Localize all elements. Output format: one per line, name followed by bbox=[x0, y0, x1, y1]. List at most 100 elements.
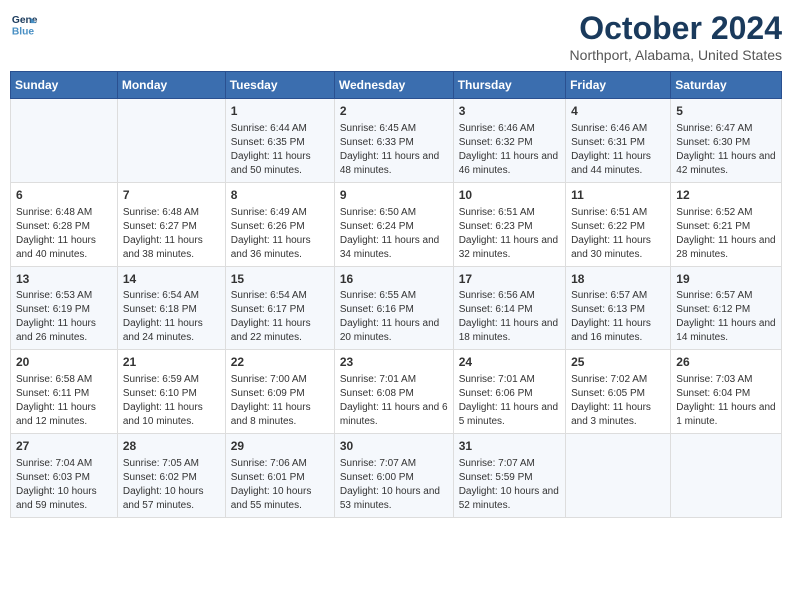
calendar-cell: 26 Sunrise: 7:03 AM Sunset: 6:04 PM Dayli… bbox=[671, 350, 782, 434]
day-number: 9 bbox=[340, 187, 448, 204]
day-content: Sunrise: 6:48 AM Sunset: 6:27 PM Dayligh… bbox=[123, 206, 220, 262]
day-number: 16 bbox=[340, 271, 448, 288]
day-content: Sunrise: 6:45 AM Sunset: 6:33 PM Dayligh… bbox=[340, 122, 448, 178]
day-number: 31 bbox=[459, 438, 560, 455]
day-content: Sunrise: 6:57 AM Sunset: 6:12 PM Dayligh… bbox=[676, 289, 776, 345]
day-content: Sunrise: 6:57 AM Sunset: 6:13 PM Dayligh… bbox=[571, 289, 665, 345]
calendar-cell: 4Sunrise: 6:46 AM Sunset: 6:31 PM Daylig… bbox=[566, 99, 671, 183]
day-number: 8 bbox=[231, 187, 329, 204]
day-number: 3 bbox=[459, 103, 560, 120]
weekday-header: Wednesday bbox=[334, 72, 453, 99]
day-number: 11 bbox=[571, 187, 665, 204]
day-number: 5 bbox=[676, 103, 776, 120]
day-content: Sunrise: 6:51 AM Sunset: 6:23 PM Dayligh… bbox=[459, 206, 560, 262]
calendar-week-row: 20 Sunrise: 6:58 AM Sunset: 6:11 PM Dayli… bbox=[11, 350, 782, 434]
calendar-cell: 9Sunrise: 6:50 AM Sunset: 6:24 PM Daylig… bbox=[334, 182, 453, 266]
weekday-header: Thursday bbox=[453, 72, 565, 99]
calendar-cell: 23 Sunrise: 7:01 AM Sunset: 6:08 PM Dayli… bbox=[334, 350, 453, 434]
calendar-cell: 29 Sunrise: 7:06 AM Sunset: 6:01 PM Dayli… bbox=[225, 434, 334, 518]
calendar-cell: 31 Sunrise: 7:07 AM Sunset: 5:59 PM Dayli… bbox=[453, 434, 565, 518]
day-number: 27 bbox=[16, 438, 112, 455]
day-content: Sunrise: 7:05 AM Sunset: 6:02 PM Dayligh… bbox=[123, 457, 220, 513]
day-number: 12 bbox=[676, 187, 776, 204]
day-number: 20 bbox=[16, 354, 112, 371]
calendar-cell: 5 Sunrise: 6:47 AM Sunset: 6:30 PM Daylig… bbox=[671, 99, 782, 183]
calendar-cell: 27Sunrise: 7:04 AM Sunset: 6:03 PM Dayli… bbox=[11, 434, 118, 518]
calendar-cell: 25Sunrise: 7:02 AM Sunset: 6:05 PM Dayli… bbox=[566, 350, 671, 434]
calendar-cell: 7 Sunrise: 6:48 AM Sunset: 6:27 PM Daylig… bbox=[117, 182, 225, 266]
weekday-header: Saturday bbox=[671, 72, 782, 99]
calendar-week-row: 1Sunrise: 6:44 AM Sunset: 6:35 PM Daylig… bbox=[11, 99, 782, 183]
day-content: Sunrise: 7:01 AM Sunset: 6:06 PM Dayligh… bbox=[459, 373, 560, 429]
day-content: Sunrise: 6:47 AM Sunset: 6:30 PM Dayligh… bbox=[676, 122, 776, 178]
calendar-cell: 15Sunrise: 6:54 AM Sunset: 6:17 PM Dayli… bbox=[225, 266, 334, 350]
day-content: Sunrise: 6:55 AM Sunset: 6:16 PM Dayligh… bbox=[340, 289, 448, 345]
day-number: 1 bbox=[231, 103, 329, 120]
day-number: 13 bbox=[16, 271, 112, 288]
day-content: Sunrise: 6:54 AM Sunset: 6:18 PM Dayligh… bbox=[123, 289, 220, 345]
day-number: 6 bbox=[16, 187, 112, 204]
day-number: 4 bbox=[571, 103, 665, 120]
day-number: 10 bbox=[459, 187, 560, 204]
day-content: Sunrise: 7:03 AM Sunset: 6:04 PM Dayligh… bbox=[676, 373, 776, 429]
calendar-week-row: 27Sunrise: 7:04 AM Sunset: 6:03 PM Dayli… bbox=[11, 434, 782, 518]
month-title: October 2024 bbox=[570, 10, 782, 47]
calendar-cell: 14Sunrise: 6:54 AM Sunset: 6:18 PM Dayli… bbox=[117, 266, 225, 350]
calendar-cell: 16Sunrise: 6:55 AM Sunset: 6:16 PM Dayli… bbox=[334, 266, 453, 350]
day-content: Sunrise: 7:00 AM Sunset: 6:09 PM Dayligh… bbox=[231, 373, 329, 429]
calendar-cell: 18Sunrise: 6:57 AM Sunset: 6:13 PM Dayli… bbox=[566, 266, 671, 350]
day-content: Sunrise: 7:07 AM Sunset: 6:00 PM Dayligh… bbox=[340, 457, 448, 513]
day-number: 19 bbox=[676, 271, 776, 288]
day-content: Sunrise: 6:58 AM Sunset: 6:11 PM Dayligh… bbox=[16, 373, 112, 429]
calendar-week-row: 13Sunrise: 6:53 AM Sunset: 6:19 PM Dayli… bbox=[11, 266, 782, 350]
day-number: 21 bbox=[123, 354, 220, 371]
day-content: Sunrise: 6:54 AM Sunset: 6:17 PM Dayligh… bbox=[231, 289, 329, 345]
day-number: 30 bbox=[340, 438, 448, 455]
day-content: Sunrise: 6:56 AM Sunset: 6:14 PM Dayligh… bbox=[459, 289, 560, 345]
calendar-cell: 28 Sunrise: 7:05 AM Sunset: 6:02 PM Dayli… bbox=[117, 434, 225, 518]
day-number: 7 bbox=[123, 187, 220, 204]
day-content: Sunrise: 7:01 AM Sunset: 6:08 PM Dayligh… bbox=[340, 373, 448, 429]
calendar-cell: 22 Sunrise: 7:00 AM Sunset: 6:09 PM Dayli… bbox=[225, 350, 334, 434]
day-content: Sunrise: 6:53 AM Sunset: 6:19 PM Dayligh… bbox=[16, 289, 112, 345]
day-content: Sunrise: 6:52 AM Sunset: 6:21 PM Dayligh… bbox=[676, 206, 776, 262]
day-number: 17 bbox=[459, 271, 560, 288]
calendar-cell: 2 Sunrise: 6:45 AM Sunset: 6:33 PM Daylig… bbox=[334, 99, 453, 183]
svg-text:Blue: Blue bbox=[12, 26, 35, 37]
calendar-cell: 30 Sunrise: 7:07 AM Sunset: 6:00 PM Dayli… bbox=[334, 434, 453, 518]
day-number: 18 bbox=[571, 271, 665, 288]
weekday-header-row: SundayMondayTuesdayWednesdayThursdayFrid… bbox=[11, 72, 782, 99]
calendar-cell bbox=[566, 434, 671, 518]
day-content: Sunrise: 6:51 AM Sunset: 6:22 PM Dayligh… bbox=[571, 206, 665, 262]
day-content: Sunrise: 7:07 AM Sunset: 5:59 PM Dayligh… bbox=[459, 457, 560, 513]
weekday-header: Monday bbox=[117, 72, 225, 99]
day-number: 29 bbox=[231, 438, 329, 455]
calendar-cell bbox=[671, 434, 782, 518]
day-content: Sunrise: 6:59 AM Sunset: 6:10 PM Dayligh… bbox=[123, 373, 220, 429]
day-number: 23 bbox=[340, 354, 448, 371]
day-number: 22 bbox=[231, 354, 329, 371]
calendar-cell: 1Sunrise: 6:44 AM Sunset: 6:35 PM Daylig… bbox=[225, 99, 334, 183]
calendar-cell: 8Sunrise: 6:49 AM Sunset: 6:26 PM Daylig… bbox=[225, 182, 334, 266]
day-number: 2 bbox=[340, 103, 448, 120]
day-number: 28 bbox=[123, 438, 220, 455]
svg-text:General: General bbox=[12, 15, 38, 26]
calendar-cell: 24Sunrise: 7:01 AM Sunset: 6:06 PM Dayli… bbox=[453, 350, 565, 434]
calendar-cell: 17Sunrise: 6:56 AM Sunset: 6:14 PM Dayli… bbox=[453, 266, 565, 350]
day-number: 15 bbox=[231, 271, 329, 288]
calendar-cell: 11 Sunrise: 6:51 AM Sunset: 6:22 PM Dayli… bbox=[566, 182, 671, 266]
day-number: 26 bbox=[676, 354, 776, 371]
calendar-week-row: 6Sunrise: 6:48 AM Sunset: 6:28 PM Daylig… bbox=[11, 182, 782, 266]
weekday-header: Friday bbox=[566, 72, 671, 99]
calendar-cell bbox=[117, 99, 225, 183]
title-block: October 2024 Northport, Alabama, United … bbox=[570, 10, 782, 63]
calendar-cell: 3Sunrise: 6:46 AM Sunset: 6:32 PM Daylig… bbox=[453, 99, 565, 183]
logo: General Blue bbox=[10, 10, 38, 38]
day-content: Sunrise: 7:06 AM Sunset: 6:01 PM Dayligh… bbox=[231, 457, 329, 513]
calendar-cell: 21 Sunrise: 6:59 AM Sunset: 6:10 PM Dayli… bbox=[117, 350, 225, 434]
day-number: 14 bbox=[123, 271, 220, 288]
page-header: General Blue October 2024 Northport, Ala… bbox=[10, 10, 782, 63]
weekday-header: Tuesday bbox=[225, 72, 334, 99]
calendar-cell: 19Sunrise: 6:57 AM Sunset: 6:12 PM Dayli… bbox=[671, 266, 782, 350]
logo-icon: General Blue bbox=[10, 10, 38, 38]
